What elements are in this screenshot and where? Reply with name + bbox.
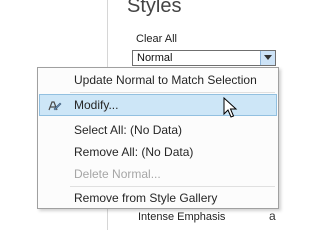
style-dropdown-value: Normal [137,52,173,64]
menu-item-label: Update Normal to Match Selection [74,73,257,87]
style-list-item[interactable]: Intense Emphasis [138,211,225,223]
style-preview-glyph: a [269,209,276,223]
styles-pane-title: Styles [127,0,182,17]
document-margin [0,0,33,230]
menu-item-label: Modify... [74,98,119,112]
clear-all-item[interactable]: Clear All [136,33,177,45]
pencil-a-icon [46,98,62,114]
menu-item-label: Remove All: (No Data) [74,145,194,159]
menu-item-label: Select All: (No Data) [74,123,183,137]
style-context-menu: Update Normal to Match Selection Modify.… [37,67,279,209]
menu-item-delete-normal: Delete Normal... [39,163,277,185]
menu-item-remove-all[interactable]: Remove All: (No Data) [39,141,277,163]
menu-item-update-normal[interactable]: Update Normal to Match Selection [39,69,277,91]
menu-item-remove-from-gallery[interactable]: Remove from Style Gallery [39,187,277,209]
menu-item-label: Remove from Style Gallery [74,191,218,205]
chevron-down-icon[interactable] [260,51,275,65]
menu-item-modify[interactable]: Modify... [39,94,277,116]
menu-item-select-all[interactable]: Select All: (No Data) [39,119,277,141]
mouse-pointer-icon [223,96,239,119]
menu-item-label: Delete Normal... [74,167,161,181]
style-dropdown[interactable]: Normal [132,50,276,66]
menu-separator [70,92,275,93]
